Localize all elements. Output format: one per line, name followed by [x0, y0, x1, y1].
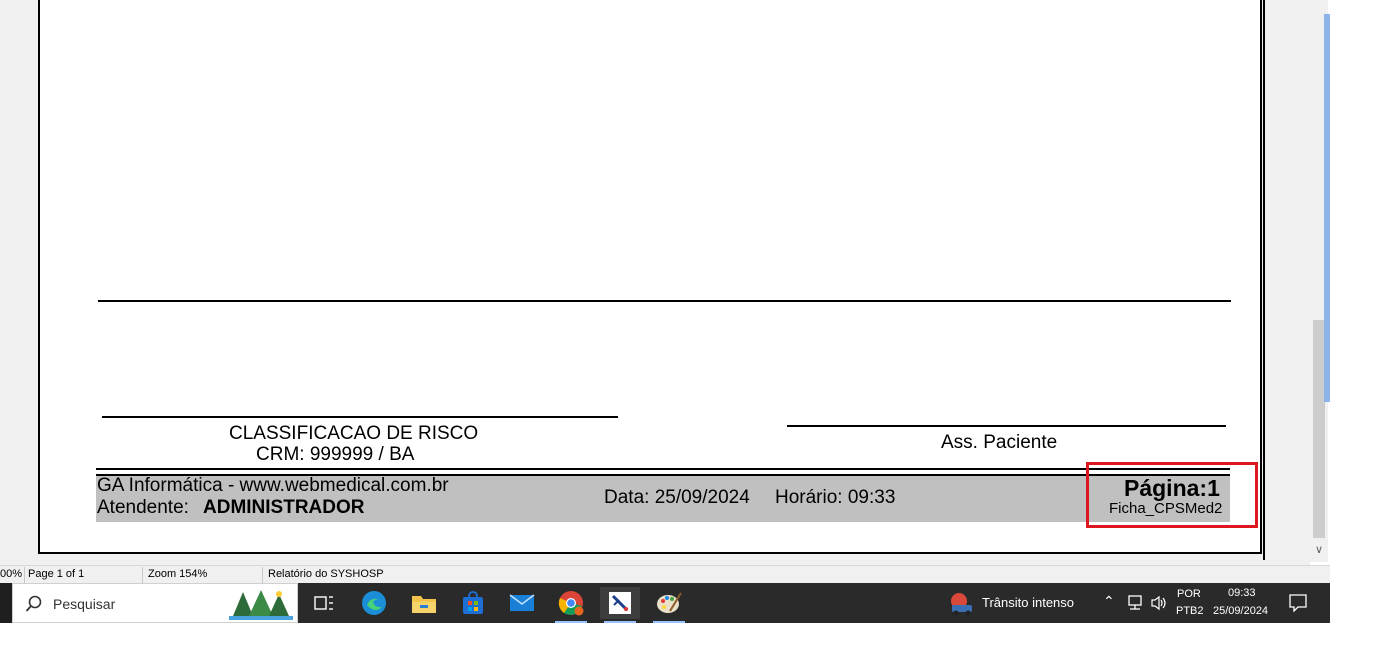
- task-view-icon[interactable]: [304, 587, 344, 619]
- footer-attendant-value: ADMINISTRADOR: [203, 497, 365, 518]
- clock-time[interactable]: 09:33: [1228, 587, 1256, 599]
- signature-left-crm: CRM: 999999 / BA: [256, 444, 415, 465]
- footer-attendant-label: Atendente:: [97, 497, 189, 518]
- footer-company: GA Informática - www.webmedical.com.br: [97, 475, 449, 496]
- signature-left-title: CLASSIFICACAO DE RISCO: [229, 423, 479, 444]
- footer-top-line: [96, 468, 1230, 470]
- microsoft-store-icon[interactable]: [453, 587, 493, 619]
- edge-icon[interactable]: [354, 587, 394, 619]
- divider-line: [98, 300, 1231, 302]
- scroll-down-arrow-icon[interactable]: ∨: [1310, 542, 1328, 558]
- chrome-icon[interactable]: [551, 587, 591, 623]
- search-placeholder: Pesquisar: [53, 596, 116, 612]
- signature-right-label: Ass. Paciente: [941, 432, 1058, 453]
- footer-date: Data: 25/09/2024: [604, 487, 750, 508]
- traffic-icon[interactable]: [948, 591, 976, 617]
- signature-line-left: [102, 416, 618, 418]
- signature-line-right: [787, 425, 1226, 427]
- weather-text[interactable]: Trânsito intenso: [982, 595, 1074, 610]
- empty-area: [0, 623, 1376, 652]
- paint-icon[interactable]: [649, 587, 689, 623]
- status-zoom-cut: 00%: [0, 568, 23, 580]
- taskbar: Pesquisar Trânsito intenso ⌃ POR PTB2 09…: [0, 583, 1330, 623]
- start-area[interactable]: [0, 583, 12, 623]
- network-icon[interactable]: [1126, 595, 1144, 611]
- volume-icon[interactable]: [1150, 595, 1168, 611]
- status-bar: 00% Page 1 of 1 Zoom 154% Relatório do S…: [0, 565, 1330, 584]
- report-page: [38, 0, 1262, 554]
- status-separator: [142, 567, 143, 583]
- status-report-name: Relatório do SYSHOSP: [268, 568, 384, 580]
- notification-icon[interactable]: [1289, 594, 1307, 612]
- status-zoom: Zoom 154%: [148, 568, 208, 580]
- status-separator: [24, 567, 25, 583]
- search-icon: [25, 595, 42, 612]
- syshosp-icon[interactable]: [600, 587, 640, 623]
- footer-time: Horário: 09:33: [775, 487, 896, 508]
- scrollbar-accent: [1324, 14, 1330, 402]
- language-top[interactable]: POR: [1177, 588, 1201, 600]
- language-bottom[interactable]: PTB2: [1176, 605, 1204, 617]
- status-separator: [262, 567, 263, 583]
- report-viewer: CLASSIFICACAO DE RISCO CRM: 999999 / BA …: [0, 0, 1310, 565]
- taskbar-search[interactable]: Pesquisar: [12, 583, 298, 623]
- clock-date[interactable]: 25/09/2024: [1213, 605, 1268, 617]
- page-shadow: [1263, 0, 1265, 560]
- status-page-info: Page 1 of 1: [28, 568, 85, 580]
- chevron-up-icon[interactable]: ⌃: [1103, 593, 1115, 610]
- landscape-icon: [229, 590, 293, 620]
- mail-icon[interactable]: [502, 587, 542, 619]
- highlight-box: [1086, 462, 1258, 528]
- file-explorer-icon[interactable]: [404, 587, 444, 619]
